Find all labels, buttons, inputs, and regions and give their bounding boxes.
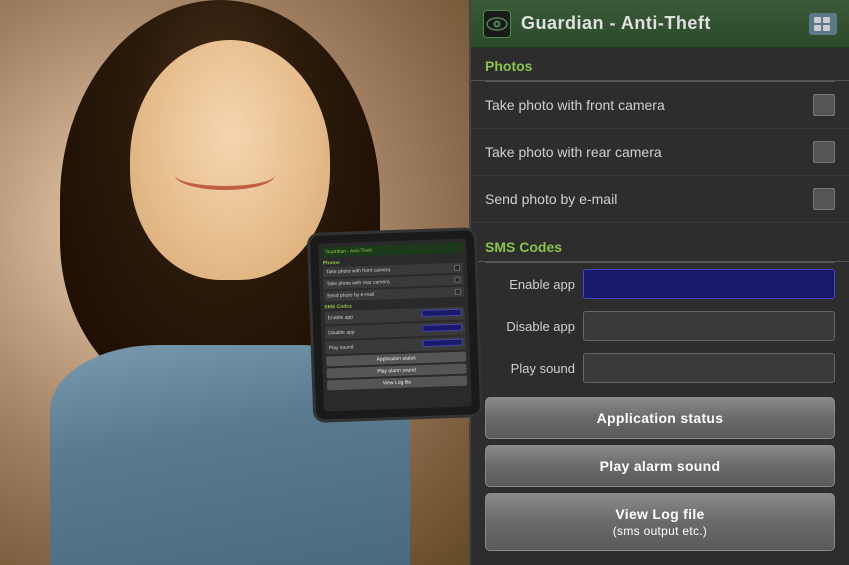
play-sound-row: Play sound <box>471 347 849 389</box>
eye-icon <box>486 17 508 31</box>
rear-camera-label: Take photo with rear camera <box>485 144 662 160</box>
action-buttons-container: Application status Play alarm sound View… <box>471 389 849 551</box>
disable-app-input[interactable] <box>583 311 835 341</box>
rear-camera-checkbox[interactable] <box>813 141 835 163</box>
app-status-button[interactable]: Application status <box>485 397 835 439</box>
app-panel: Guardian - Anti-Theft Photos Take photo … <box>469 0 849 565</box>
app-title: Guardian - Anti-Theft <box>521 13 711 34</box>
photos-section-label: Photos <box>471 48 849 81</box>
woman-smile <box>175 160 275 190</box>
tablet-screen: Guardian - Anti-Theft Photos Take photo … <box>318 238 472 411</box>
app-icon <box>483 10 511 38</box>
send-email-label: Send photo by e-mail <box>485 191 617 207</box>
menu-icon[interactable] <box>809 13 837 35</box>
tablet-device: Guardian - Anti-Theft Photos Take photo … <box>307 227 484 423</box>
grid-icon <box>814 17 832 31</box>
disable-app-row: Disable app <box>471 305 849 347</box>
sms-codes-section-label: SMS Codes <box>471 229 849 262</box>
play-alarm-button[interactable]: Play alarm sound <box>485 445 835 487</box>
front-camera-row[interactable]: Take photo with front camera <box>471 82 849 129</box>
app-header: Guardian - Anti-Theft <box>471 0 849 48</box>
view-log-button[interactable]: View Log file(sms output etc.) <box>485 493 835 551</box>
front-camera-checkbox[interactable] <box>813 94 835 116</box>
front-camera-label: Take photo with front camera <box>485 97 665 113</box>
rear-camera-row[interactable]: Take photo with rear camera <box>471 129 849 176</box>
send-email-checkbox[interactable] <box>813 188 835 210</box>
disable-app-label: Disable app <box>485 319 575 334</box>
enable-app-input[interactable] <box>583 269 835 299</box>
play-sound-label: Play sound <box>485 361 575 376</box>
enable-app-row: Enable app <box>471 263 849 305</box>
send-email-row[interactable]: Send photo by e-mail <box>471 176 849 223</box>
enable-app-label: Enable app <box>485 277 575 292</box>
background-photo: Guardian - Anti-Theft Photos Take photo … <box>0 0 490 565</box>
header-left: Guardian - Anti-Theft <box>483 10 711 38</box>
play-sound-input[interactable] <box>583 353 835 383</box>
